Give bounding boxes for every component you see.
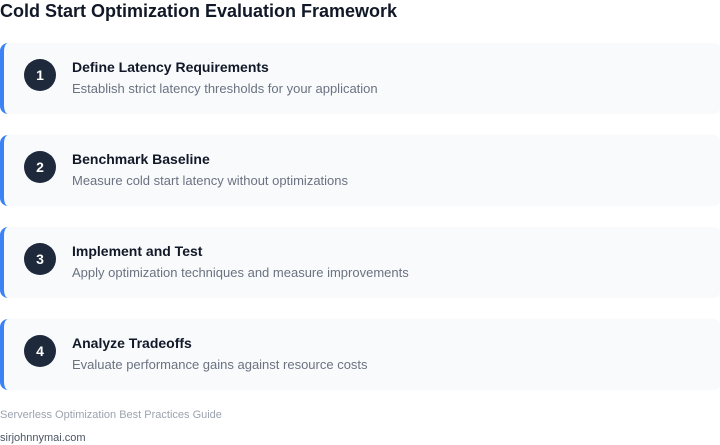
page: Cold Start Optimization Evaluation Frame…	[0, 0, 720, 445]
step-number-badge: 4	[24, 335, 56, 367]
step-card-3: 3 Implement and Test Apply optimization …	[0, 227, 720, 298]
step-title: Analyze Tradeoffs	[72, 335, 192, 351]
step-number-badge: 1	[24, 59, 56, 91]
step-description: Measure cold start latency without optim…	[72, 173, 349, 188]
step-card-2: 2 Benchmark Baseline Measure cold start …	[0, 135, 720, 206]
steps-list: 1 Define Latency Requirements Establish …	[0, 43, 720, 411]
footer-caption: Serverless Optimization Best Practices G…	[0, 409, 222, 421]
step-title: Benchmark Baseline	[72, 151, 210, 167]
step-description: Apply optimization techniques and measur…	[72, 265, 409, 280]
footer-site: sirjohnnymai.com	[0, 432, 86, 444]
page-title: Cold Start Optimization Evaluation Frame…	[0, 1, 398, 21]
step-description: Evaluate performance gains against resou…	[72, 357, 368, 372]
step-description: Establish strict latency thresholds for …	[72, 81, 378, 96]
step-card-4: 4 Analyze Tradeoffs Evaluate performance…	[0, 319, 720, 390]
step-card-1: 1 Define Latency Requirements Establish …	[0, 43, 720, 114]
step-number-badge: 3	[24, 243, 56, 275]
step-number-badge: 2	[24, 151, 56, 183]
step-title: Define Latency Requirements	[72, 59, 269, 75]
step-title: Implement and Test	[72, 243, 203, 259]
